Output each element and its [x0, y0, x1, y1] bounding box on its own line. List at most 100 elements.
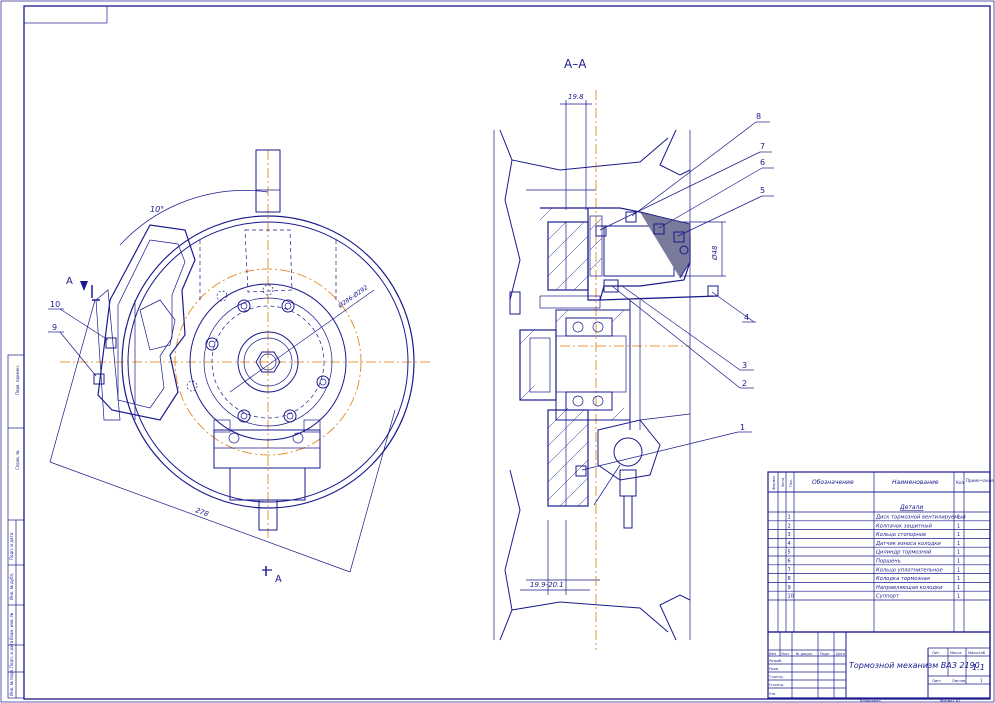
side-stamp-label: Подп. и дата	[9, 532, 14, 560]
side-stamp-label: Инв. № подл.	[9, 668, 14, 696]
tb-sheet: Лист	[781, 652, 790, 656]
row-qty: 1	[957, 567, 960, 573]
side-stamp: Перв. примен. Справ. № Подп. и дата Инв.…	[7, 354, 25, 699]
sheet-outer-border	[0, 0, 995, 703]
specification-table: Формат Зона Поз. Обозначение Наименовани…	[767, 471, 994, 633]
row-pos: 6	[788, 559, 791, 565]
row-pos: 8	[788, 576, 791, 582]
copied-label: Копировал	[860, 699, 881, 703]
row-name: Суппорт	[876, 594, 900, 600]
knuckle-upper-hidden	[244, 229, 293, 293]
row-name: Кольцо стопорное	[876, 532, 926, 538]
tb-date: Дата	[836, 652, 845, 656]
header-name: Наименование	[892, 479, 939, 486]
front-view: 10° Ø286-Ø292 278 A A 10 9	[48, 149, 430, 585]
row-qty: 1	[957, 585, 960, 591]
tb-tcontrol: Т.контр.	[768, 675, 784, 679]
sheet-inner-frame	[23, 5, 991, 700]
row-pos: 3	[788, 532, 791, 538]
tb-approved: Утв.	[769, 692, 776, 696]
caliper-pad-edge	[95, 289, 121, 421]
header-format: Формат	[772, 475, 776, 490]
callout-5: 5	[760, 186, 765, 195]
section-callouts: 8 7 6 5 4 3 2 1	[581, 112, 774, 471]
section-details: Детали	[899, 504, 923, 511]
callout-2: 2	[742, 379, 747, 388]
scale-value: 1:1	[972, 663, 985, 672]
format-label: Формат А1	[940, 699, 960, 703]
sheets-value: 1	[980, 678, 983, 683]
length-dimension: 278	[194, 506, 210, 518]
row-qty: 1	[957, 541, 960, 547]
section-mark-a-bottom: A	[275, 574, 282, 585]
row-pos: 1	[788, 515, 791, 521]
lower-knuckle-body	[229, 468, 306, 501]
row-pos: 4	[788, 541, 791, 547]
caliper-body	[97, 224, 196, 421]
technical-drawing: Перв. примен. Справ. № Подп. и дата Инв.…	[0, 0, 995, 703]
row-name: Колпачок защитный	[876, 523, 932, 529]
callout-3: 3	[742, 361, 747, 370]
row-qty: 1	[957, 523, 960, 529]
tb-scale: Масштаб	[968, 651, 986, 655]
row-qty: 1	[957, 532, 960, 538]
drawing-sheet: Перв. примен. Справ. № Подп. и дата Инв.…	[0, 0, 995, 703]
callout-1: 1	[740, 423, 745, 432]
row-pos: 7	[788, 567, 791, 573]
row-qty: 1	[957, 515, 960, 521]
drawing-title: Тормозной механизм ВАЗ 2190	[849, 661, 980, 670]
header-pos: Поз.	[789, 479, 793, 487]
tb-mass: Масса	[950, 651, 961, 655]
section-view: A–A 19.8 19.9-20.1 Ø48 8 7 6 5 4 3 2 1	[493, 57, 774, 650]
tb-doc: № докум.	[796, 652, 813, 656]
tb-sign: Подп.	[820, 652, 830, 656]
section-mark-a-top: A	[66, 276, 73, 287]
header-designation: Обозначение	[812, 479, 854, 486]
header-zone: Зона	[781, 478, 785, 487]
tb-check: Пров.	[769, 667, 779, 671]
row-name: Цилиндр тормозной	[876, 550, 932, 556]
row-name: Поршень	[876, 559, 901, 565]
row-name: Кольцо уплотнительное	[876, 567, 943, 573]
header-note: Приме-чание	[966, 478, 994, 483]
title-block: Изм Лист № докум. Подп. Дата Разраб. Про…	[767, 631, 991, 703]
wear-sensor-wire	[599, 295, 719, 301]
side-stamp-label: Перв. примен.	[15, 365, 20, 395]
row-pos: 10	[788, 594, 794, 600]
caliper-window	[139, 299, 176, 351]
side-stamp-label: Инв. № дубл.	[9, 573, 14, 600]
angle-dimension: 10°	[150, 205, 164, 214]
top-width-dimension: 19.8	[568, 93, 584, 101]
rim-outer-lines	[493, 130, 691, 640]
side-stamp-label: Подп. и дата	[9, 640, 14, 668]
section-title: A–A	[564, 57, 587, 71]
row-qty: 1	[957, 594, 960, 600]
hub-section	[509, 291, 641, 430]
table-rows: 1 Диск тормозной вентилируемый12 Колпачок …	[788, 515, 967, 600]
rim-bottom-flange	[499, 601, 669, 641]
row-pos: 9	[788, 585, 791, 591]
callout-7: 7	[760, 142, 765, 151]
rim-top-flange	[499, 129, 669, 171]
tb-sheets: Листов	[952, 679, 965, 683]
row-name: Диск тормозной вентилируемый	[875, 515, 966, 521]
bottom-width-dimension: 19.9-20.1	[530, 581, 564, 589]
callout-9: 9	[52, 323, 57, 332]
diameter-dimension: Ø286-Ø292	[336, 284, 369, 310]
diameter-leader	[229, 289, 375, 393]
top-left-stamp-box	[23, 5, 108, 24]
side-stamp-label: Взам. инв. №	[9, 613, 14, 640]
ball-joint-section	[575, 413, 691, 529]
row-name: Направляющая колодки	[876, 585, 943, 591]
tb-dev: Разраб.	[769, 659, 782, 663]
row-name: Датчик износа колодки	[875, 541, 941, 547]
callout-10: 10	[50, 300, 60, 309]
row-pos: 2	[788, 523, 791, 529]
tb-change: Изм	[769, 652, 776, 656]
tb-lit: Лит.	[932, 651, 940, 655]
bore-dimension: Ø48	[711, 245, 719, 261]
row-pos: 5	[788, 550, 791, 556]
row-qty: 1	[957, 550, 960, 556]
disc-section	[547, 221, 589, 507]
row-qty: 1	[957, 559, 960, 565]
